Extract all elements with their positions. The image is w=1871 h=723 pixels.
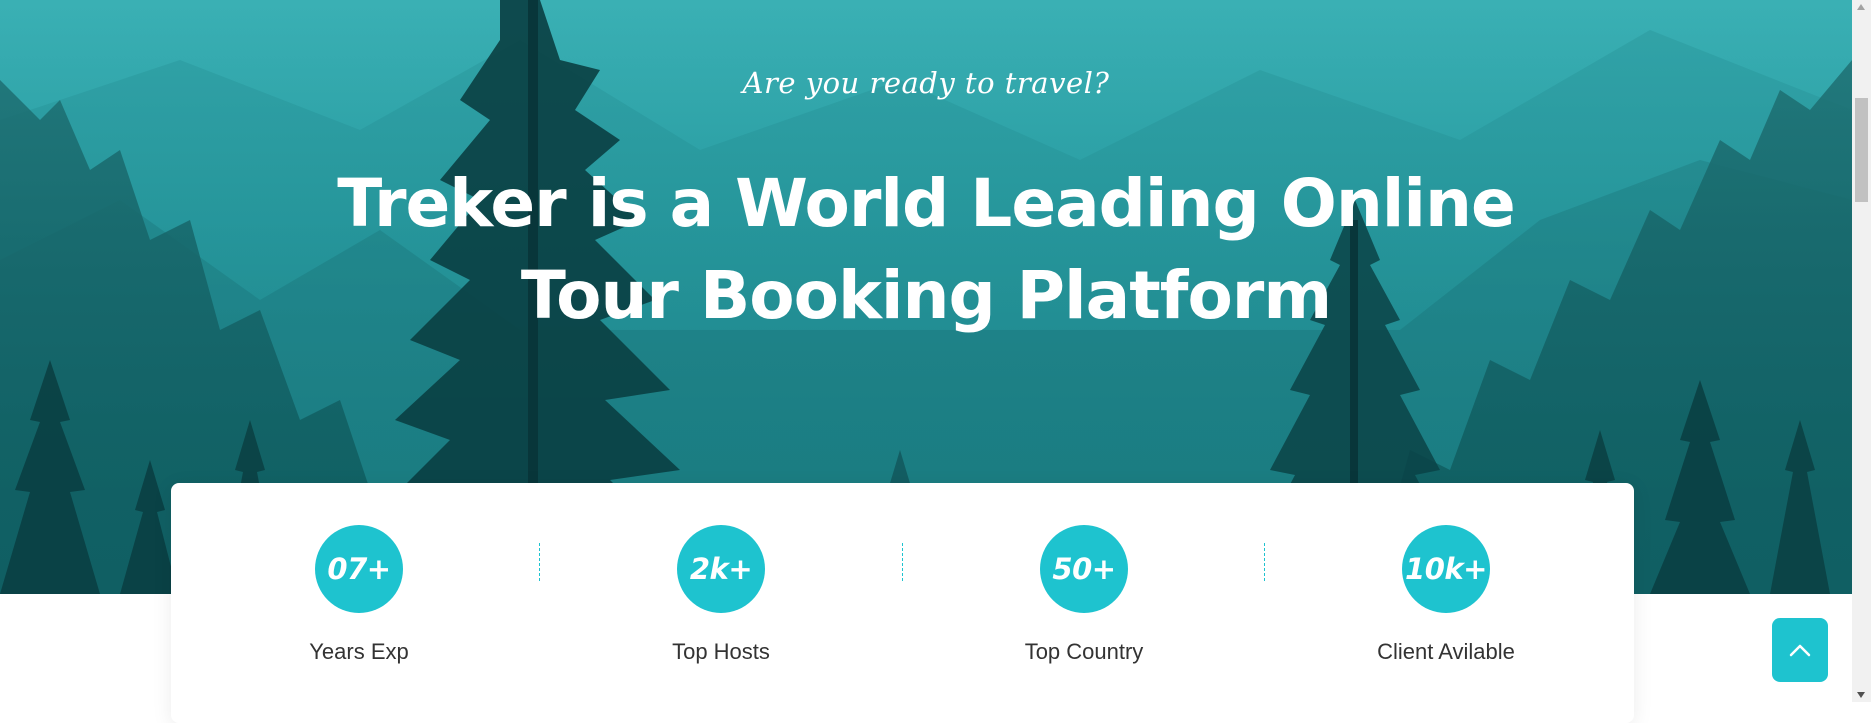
hero-headline-line-2: Tour Booking Platform	[520, 257, 1332, 334]
stat-client-available: 10k+ Client Avilable	[1336, 525, 1556, 665]
chevron-up-icon	[1789, 644, 1811, 657]
stat-value-badge: 10k+	[1402, 525, 1490, 613]
stat-divider	[902, 543, 903, 581]
scrollbar-thumb[interactable]	[1855, 98, 1868, 202]
stat-label: Top Hosts	[672, 639, 770, 664]
stat-value-badge: 07+	[315, 525, 403, 613]
stat-label: Client Avilable	[1377, 639, 1515, 664]
stat-years-exp: 07+ Years Exp	[249, 525, 469, 665]
stat-label: Top Country	[1024, 639, 1144, 664]
stat-value-badge: 50+	[1040, 525, 1128, 613]
stat-label: Years Exp	[309, 639, 409, 664]
scroll-down-arrow-icon[interactable]	[1857, 692, 1865, 698]
stat-value-badge: 2k+	[677, 525, 765, 613]
stat-top-country: 50+ Top Country	[974, 525, 1194, 665]
hero-headline: Treker is a World Leading Online Tour Bo…	[276, 158, 1576, 342]
stat-top-hosts: 2k+ Top Hosts	[611, 525, 831, 665]
scroll-to-top-button[interactable]	[1772, 618, 1828, 682]
hero-tagline: Are you ready to travel?	[742, 66, 1110, 100]
page-scrollbar[interactable]	[1852, 0, 1871, 702]
stat-divider	[539, 543, 540, 581]
stats-card: 07+ Years Exp 2k+ Top Hosts 50+ Top Coun…	[171, 483, 1634, 723]
stat-divider	[1264, 543, 1265, 581]
hero-headline-line-1: Treker is a World Leading Online	[337, 165, 1516, 242]
scroll-up-arrow-icon[interactable]	[1857, 4, 1865, 10]
